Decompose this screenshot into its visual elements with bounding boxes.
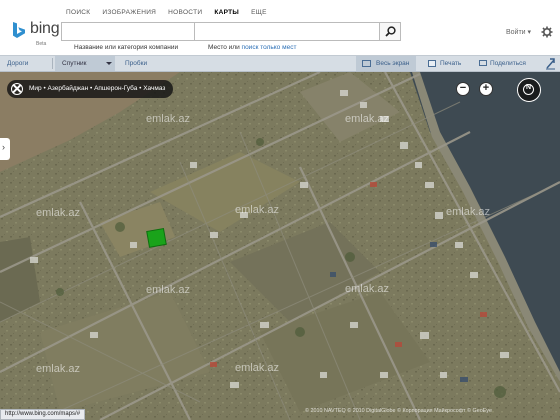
watermark: emlak.az <box>446 206 491 218</box>
expand-icon[interactable] <box>545 57 556 70</box>
watermark: emlak.az <box>36 207 81 219</box>
location-search-hint: Место или поиск только мест <box>208 44 296 51</box>
location-breadcrumb[interactable]: Мир • Азербайджан • Апшерон-Губа • Хачма… <box>7 80 174 98</box>
watermark: emlak.az <box>235 204 280 216</box>
header: ПОИСК ИЗОБРАЖЕНИЯ НОВОСТИ КАРТЫ ЕЩЕ bing… <box>0 0 560 55</box>
breadcrumb-text: Мир • Азербайджан • Апшерон-Губа • Хачма… <box>29 85 166 92</box>
watermark: emlak.az <box>146 284 191 296</box>
nav-news[interactable]: НОВОСТИ <box>168 9 202 16</box>
business-search-hint: Название или категория компании <box>74 44 179 51</box>
business-search-input[interactable] <box>61 22 195 41</box>
location-hint-text: Место или <box>208 44 242 51</box>
beta-label: Beta <box>36 41 47 47</box>
print-icon <box>428 60 436 67</box>
bing-maps-window: ПОИСК ИЗОБРАЖЕНИЯ НОВОСТИ КАРТЫ ЕЩЕ bing… <box>0 0 560 420</box>
gear-icon[interactable] <box>541 26 553 38</box>
signin-button[interactable]: Войти ▾ <box>506 28 531 36</box>
chevron-down-icon: ▾ <box>527 29 532 36</box>
satellite-imagery <box>0 72 560 420</box>
nav-more[interactable]: ЕЩЕ <box>251 9 267 16</box>
chevron-right-icon: › <box>2 142 5 152</box>
dropdown-arrow-icon <box>106 62 112 65</box>
map-toolbar: Дороги Спутник Пробки Весь экран Печать … <box>0 55 560 72</box>
watermark: emlak.az <box>235 362 280 374</box>
places-only-link[interactable]: поиск только мест <box>242 44 297 51</box>
nav-images[interactable]: ИЗОБРАЖЕНИЯ <box>102 9 156 16</box>
nav-search[interactable]: ПОИСК <box>66 9 90 16</box>
watermark: emlak.az <box>345 113 390 125</box>
status-bar-url: http://www.bing.com/maps/# <box>0 409 86 420</box>
share-icon <box>479 60 487 66</box>
traffic-button[interactable]: Пробки <box>125 56 147 71</box>
nav-maps[interactable]: КАРТЫ <box>214 9 239 16</box>
bing-logo[interactable]: bing Beta <box>12 20 62 48</box>
toolbar-divider <box>52 58 53 69</box>
roads-view-button[interactable]: Дороги <box>7 56 28 71</box>
signin-label: Войти <box>506 29 526 36</box>
side-panel-toggle[interactable]: › <box>0 138 10 160</box>
bing-logo-icon <box>13 22 25 38</box>
zoom-out-button[interactable]: − <box>456 82 470 96</box>
watermark: emlak.az <box>345 283 390 295</box>
compass-north-label: N <box>526 84 532 91</box>
fullscreen-icon <box>362 60 371 67</box>
satellite-map[interactable] <box>0 72 560 420</box>
top-navigation: ПОИСК ИЗОБРАЖЕНИЯ НОВОСТИ КАРТЫ ЕЩЕ <box>66 9 279 16</box>
globe-icon <box>11 83 23 95</box>
search-button[interactable] <box>379 22 401 41</box>
location-search-input[interactable] <box>195 22 380 41</box>
watermark: emlak.az <box>146 113 191 125</box>
map-copyright: © 2010 NAVTEQ © 2010 DigitalGlobe © Корп… <box>305 408 492 414</box>
watermark: emlak.az <box>36 363 81 375</box>
share-button[interactable]: Поделиться <box>490 56 526 71</box>
plot-marker[interactable] <box>146 227 167 248</box>
compass-button[interactable]: N <box>517 78 541 102</box>
bing-wordmark: bing <box>30 20 60 37</box>
zoom-in-button[interactable]: + <box>479 82 493 96</box>
print-button[interactable]: Печать <box>440 56 461 71</box>
search-icon <box>384 26 396 37</box>
